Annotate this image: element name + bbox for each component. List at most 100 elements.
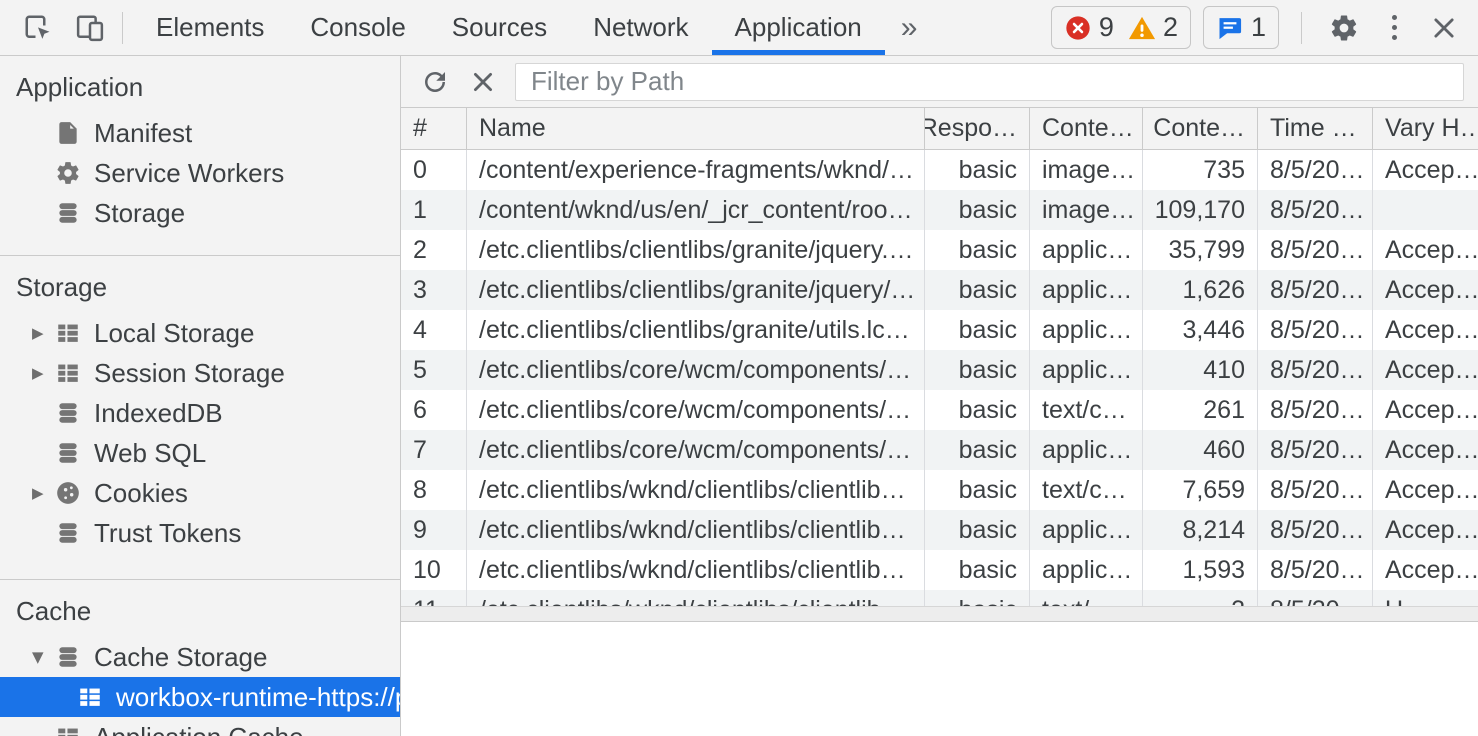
tab-console[interactable]: Console (287, 0, 428, 55)
column-header-content-type[interactable]: Conte… (1030, 108, 1143, 149)
chevron-expanded-icon[interactable]: ▼ (32, 648, 55, 666)
warning-badge[interactable]: 2 (1128, 12, 1178, 43)
filter-by-path-input[interactable] (515, 63, 1464, 101)
database-icon (55, 644, 81, 670)
cell-response-type: basic (925, 430, 1030, 470)
cell-name: /etc.clientlibs/wknd/clientlibs/clientli… (467, 550, 925, 590)
sidebar-item-application-cache[interactable]: Application Cache (0, 717, 400, 736)
sidebar-item-label: IndexedDB (94, 398, 223, 429)
table-icon (77, 684, 103, 710)
cell-vary-header: Accep… (1373, 310, 1478, 350)
table-row[interactable]: 5 /etc.clientlibs/core/wcm/components/… … (401, 350, 1478, 390)
gear-icon[interactable] (1324, 6, 1364, 50)
cell-name: /etc.clientlibs/core/wcm/components/… (467, 390, 925, 430)
sidebar-item-workbox-runtime-cache[interactable]: workbox-runtime-https://pu (0, 677, 400, 717)
tab-elements[interactable]: Elements (133, 0, 287, 55)
clear-icon[interactable] (463, 62, 503, 102)
table-row[interactable]: 4 /etc.clientlibs/clientlibs/granite/uti… (401, 310, 1478, 350)
message-badge[interactable]: 1 (1216, 12, 1266, 43)
cell-content-type: applic… (1030, 510, 1143, 550)
cell-index: 9 (401, 510, 467, 550)
sidebar-item-session-storage[interactable]: ▶ Session Storage (0, 353, 400, 393)
kebab-menu-icon[interactable] (1376, 6, 1412, 50)
cell-time-cached: 8/5/20… (1258, 550, 1373, 590)
table-row[interactable]: 9 /etc.clientlibs/wknd/clientlibs/client… (401, 510, 1478, 550)
table-row[interactable]: 2 /etc.clientlibs/clientlibs/granite/jqu… (401, 230, 1478, 270)
chevron-collapsed-icon[interactable]: ▶ (32, 364, 55, 382)
devtools-window: Elements Console Sources Network Applica… (0, 0, 1478, 736)
column-header-time-cached[interactable]: Time … (1258, 108, 1373, 149)
inspect-icon[interactable] (16, 6, 60, 50)
database-icon (55, 400, 81, 426)
tab-network[interactable]: Network (570, 0, 711, 55)
section-application: Application Manifest Service Workers (0, 56, 400, 256)
cell-index: 6 (401, 390, 467, 430)
cell-index: 4 (401, 310, 467, 350)
sidebar-item-storage[interactable]: Storage (0, 193, 400, 233)
sidebar-item-label: Service Workers (94, 158, 284, 189)
refresh-icon[interactable] (415, 62, 455, 102)
cell-content-type: applic… (1030, 270, 1143, 310)
cell-index: 11 (401, 590, 467, 606)
table-row[interactable]: 7 /etc.clientlibs/core/wcm/components/… … (401, 430, 1478, 470)
cell-name: /etc.clientlibs/wknd/clientlibs/clientli… (467, 590, 925, 606)
sidebar-item-trust-tokens[interactable]: Trust Tokens (0, 513, 400, 553)
column-header-response-type[interactable]: Respo… (925, 108, 1030, 149)
sidebar-item-local-storage[interactable]: ▶ Local Storage (0, 313, 400, 353)
cell-content-type: applic… (1030, 350, 1143, 390)
cell-time-cached: 8/5/20… (1258, 430, 1373, 470)
cell-content-type: text/c… (1030, 470, 1143, 510)
tab-sources[interactable]: Sources (429, 0, 570, 55)
cell-content-length: 735 (1143, 150, 1258, 190)
tab-application[interactable]: Application (712, 0, 885, 55)
sidebar-item-service-workers[interactable]: Service Workers (0, 153, 400, 193)
column-header-index[interactable]: # (401, 108, 467, 149)
cell-content-length: 1,626 (1143, 270, 1258, 310)
cell-content-type: applic… (1030, 310, 1143, 350)
cell-response-type: basic (925, 590, 1030, 606)
warning-icon (1128, 14, 1156, 42)
cell-response-type: basic (925, 550, 1030, 590)
cell-time-cached: 8/5/20… (1258, 470, 1373, 510)
sidebar-item-cache-storage[interactable]: ▼ Cache Storage (0, 637, 400, 677)
more-tabs-chevron-icon[interactable]: » (885, 0, 934, 55)
toolbar-separator (122, 12, 123, 44)
cell-index: 10 (401, 550, 467, 590)
table-row[interactable]: 1 /content/wknd/us/en/_jcr_content/roo… … (401, 190, 1478, 230)
chevron-collapsed-icon[interactable]: ▶ (32, 484, 55, 502)
message-count: 1 (1251, 12, 1266, 43)
section-cache: Cache ▼ Cache Storage workbox-runtime-ht… (0, 580, 400, 736)
database-icon (55, 200, 81, 226)
table-row[interactable]: 8 /etc.clientlibs/wknd/clientlibs/client… (401, 470, 1478, 510)
sidebar-item-cookies[interactable]: ▶ Cookies (0, 473, 400, 513)
table-icon (55, 360, 81, 386)
devtools-toolbar: Elements Console Sources Network Applica… (0, 0, 1478, 56)
cell-content-type: text/… (1030, 590, 1143, 606)
sidebar-item-manifest[interactable]: Manifest (0, 113, 400, 153)
column-header-vary-header[interactable]: Vary H… (1373, 108, 1478, 149)
table-row[interactable]: 6 /etc.clientlibs/core/wcm/components/… … (401, 390, 1478, 430)
close-icon[interactable] (1424, 6, 1464, 50)
cell-response-type: basic (925, 190, 1030, 230)
cell-index: 1 (401, 190, 467, 230)
cell-content-length: 109,170 (1143, 190, 1258, 230)
sidebar-item-web-sql[interactable]: Web SQL (0, 433, 400, 473)
table-row[interactable]: 10 /etc.clientlibs/wknd/clientlibs/clien… (401, 550, 1478, 590)
table-icon (55, 320, 81, 346)
sidebar-item-label: Cookies (94, 478, 188, 509)
cell-content-length: 410 (1143, 350, 1258, 390)
column-header-name[interactable]: Name (467, 108, 925, 149)
sidebar-item-label: Local Storage (94, 318, 254, 349)
horizontal-scrollbar[interactable] (401, 606, 1478, 622)
cell-time-cached: 8/5/20… (1258, 190, 1373, 230)
device-toolbar-icon[interactable] (68, 6, 112, 50)
column-header-content-length[interactable]: Conte… (1143, 108, 1258, 149)
table-row[interactable]: 11 /etc.clientlibs/wknd/clientlibs/clien… (401, 590, 1478, 606)
table-row[interactable]: 3 /etc.clientlibs/clientlibs/granite/jqu… (401, 270, 1478, 310)
issues-badge-group[interactable]: 9 2 (1051, 6, 1191, 49)
chevron-collapsed-icon[interactable]: ▶ (32, 324, 55, 342)
sidebar-item-indexeddb[interactable]: IndexedDB (0, 393, 400, 433)
messages-badge-group[interactable]: 1 (1203, 6, 1279, 49)
error-badge[interactable]: 9 (1064, 12, 1114, 43)
table-row[interactable]: 0 /content/experience-fragments/wknd/… b… (401, 150, 1478, 190)
